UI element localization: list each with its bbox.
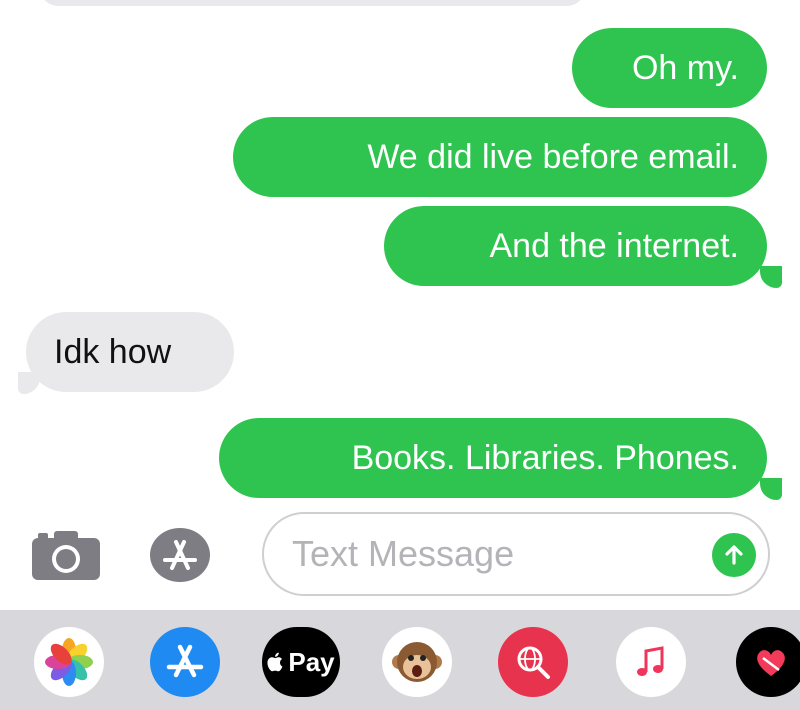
web-search-images-icon[interactable]	[498, 627, 568, 697]
apple-pay-label: Pay	[288, 646, 335, 677]
apple-pay-app-icon[interactable]: Pay	[262, 627, 340, 697]
sent-message-bubble[interactable]: Oh my.	[572, 28, 767, 108]
app-drawer: Pay	[0, 610, 800, 710]
send-arrow-up-icon[interactable]	[712, 533, 756, 577]
bubble-tail	[760, 478, 782, 500]
app-store-icon[interactable]	[150, 528, 210, 582]
message-text: We did live before email.	[367, 138, 739, 176]
message-text: And the internet.	[489, 227, 739, 265]
previous-message-bubble	[40, 0, 585, 6]
message-text: Oh my.	[631, 49, 739, 87]
sent-message-bubble[interactable]: We did live before email.	[233, 117, 767, 197]
message-input-placeholder: Text Message	[292, 533, 515, 574]
sent-message-bubble[interactable]: And the internet.	[384, 206, 767, 286]
app-store-app-icon[interactable]	[150, 627, 220, 697]
sent-message-bubble[interactable]: Books. Libraries. Phones.	[219, 418, 767, 498]
message-text: Books. Libraries. Phones.	[351, 439, 739, 477]
received-message-bubble[interactable]: Idk how	[26, 312, 234, 392]
photos-app-icon[interactable]	[34, 627, 104, 697]
message-input[interactable]: Text Message	[262, 512, 770, 596]
bubble-tail	[18, 372, 40, 394]
camera-icon[interactable]	[30, 528, 102, 582]
music-app-icon[interactable]	[616, 627, 686, 697]
message-text: Idk how	[54, 333, 172, 371]
digital-touch-heart-icon[interactable]	[736, 627, 800, 697]
animoji-monkey-icon[interactable]	[382, 627, 452, 697]
bubble-tail	[760, 266, 782, 288]
